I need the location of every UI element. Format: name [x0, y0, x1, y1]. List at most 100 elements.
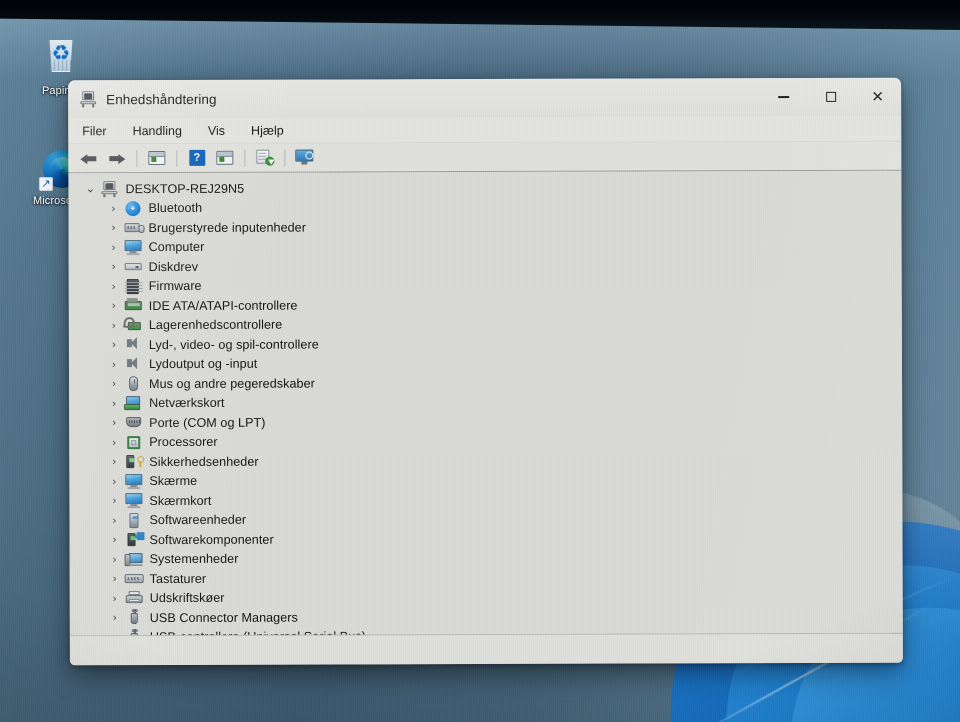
tree-item-human-interface-devices[interactable]: › Brugerstyrede inputenheder [71, 216, 902, 238]
tree-item-label: Skærmkort [149, 493, 212, 508]
chevron-right-icon[interactable]: › [105, 550, 125, 569]
computer-icon [100, 180, 120, 198]
tree-item-label: Udskriftskøer [149, 591, 225, 606]
menu-item-filer[interactable]: Filer [79, 122, 109, 140]
tree-item-computer[interactable]: › Computer [71, 235, 902, 257]
chevron-right-icon[interactable]: › [104, 472, 124, 491]
system-device-icon [124, 551, 145, 568]
maximize-button[interactable] [807, 78, 854, 116]
window-titlebar[interactable]: Enhedshåndtering ✕ [68, 77, 902, 119]
chevron-right-icon[interactable]: › [104, 511, 124, 530]
chevron-right-icon[interactable]: › [105, 569, 125, 588]
tree-item-storage-controllers[interactable]: › Lagerenhedscontrollere [71, 313, 902, 335]
device-manager-window[interactable]: Enhedshåndtering ✕ Filer Handling Vis Hj… [68, 77, 903, 666]
menu-item-handling[interactable]: Handling [130, 121, 185, 139]
tree-item-network-adapters[interactable]: › Netværkskort [71, 391, 902, 413]
arrow-left-icon [80, 152, 97, 165]
tree-item-mice-pointing-devices[interactable]: › Mus og andre pegeredskaber [71, 372, 902, 394]
tree-item-sound-video-game-controllers[interactable]: › Lyd-, video- og spil-controllere [71, 333, 902, 355]
human-interface-icon [124, 219, 145, 236]
tree-item-label: Porte (COM og LPT) [149, 415, 266, 430]
chevron-right-icon[interactable]: › [104, 277, 124, 296]
recycle-bin-icon: ♻ [39, 38, 83, 82]
tree-item-ide-controllers[interactable]: › IDE ATA/ATAPI-controllere [71, 294, 902, 316]
mouse-icon [124, 375, 144, 392]
monitor-icon [124, 473, 144, 490]
show-hidden-button[interactable] [212, 146, 237, 169]
tree-item-display-adapters[interactable]: › Skærmkort [71, 489, 902, 511]
chevron-right-icon[interactable]: › [104, 530, 124, 549]
tree-root-node[interactable]: ⌄ DESKTOP-REJ29N5 [70, 177, 901, 199]
chevron-right-icon[interactable]: › [104, 452, 124, 471]
security-device-icon [124, 453, 144, 470]
device-tree-panel[interactable]: ⌄ DESKTOP-REJ29N5 › ᛭ Bluetooth › Bruger… [68, 170, 903, 636]
update-driver-icon [255, 149, 275, 166]
tree-item-label: Computer [148, 240, 205, 255]
tree-item-label: Netværkskort [149, 396, 225, 411]
bluetooth-icon: ᛭ [123, 200, 143, 217]
chevron-right-icon[interactable]: › [104, 218, 124, 237]
chevron-right-icon[interactable]: › [104, 257, 124, 276]
chevron-right-icon[interactable]: › [104, 296, 124, 315]
help-button[interactable]: ? [184, 146, 209, 169]
tree-item-software-devices[interactable]: › Softwareenheder [71, 508, 902, 530]
chevron-down-icon[interactable]: ⌄ [80, 179, 100, 198]
chevron-right-icon[interactable]: › [103, 199, 123, 218]
tree-item-system-devices[interactable]: › Systemenheder [72, 547, 903, 569]
tree-item-usb-connector-managers[interactable]: › USB Connector Managers [72, 606, 903, 628]
chevron-right-icon[interactable]: › [104, 491, 124, 510]
tree-item-audio-inputs-outputs[interactable]: › Lydoutput og -input [71, 352, 902, 374]
close-button[interactable]: ✕ [854, 78, 901, 116]
window-list-icon [216, 150, 234, 165]
close-icon: ✕ [871, 87, 884, 106]
chevron-right-icon[interactable]: › [104, 374, 124, 393]
chevron-right-icon[interactable]: › [104, 413, 124, 432]
tree-item-ports[interactable]: › Porte (COM og LPT) [71, 411, 902, 433]
tree-item-bluetooth[interactable]: › ᛭ Bluetooth [70, 196, 901, 218]
toolbar: ? [68, 141, 902, 174]
properties-button[interactable] [144, 146, 169, 169]
chevron-right-icon[interactable]: › [105, 589, 125, 608]
chevron-right-icon[interactable]: › [104, 394, 124, 413]
chevron-right-icon[interactable]: › [105, 628, 125, 635]
cpu-icon [124, 434, 144, 451]
update-driver-button[interactable] [252, 146, 277, 169]
tree-item-security-devices[interactable]: › Sikkerhedsenheder [71, 450, 902, 472]
sound-icon [124, 356, 144, 373]
tree-item-firmware[interactable]: › Firmware [71, 274, 902, 296]
chevron-right-icon[interactable]: › [104, 335, 124, 354]
tree-item-keyboards[interactable]: › Tastaturer [72, 567, 903, 589]
tree-item-label: Systemenheder [149, 552, 239, 567]
minimize-button[interactable] [760, 78, 807, 116]
usb-icon [125, 609, 145, 626]
tree-item-disk-drives[interactable]: › Diskdrev [71, 255, 902, 277]
chevron-right-icon[interactable]: › [104, 316, 124, 335]
tree-item-monitors[interactable]: › Skærme [71, 469, 902, 491]
tree-item-software-components[interactable]: › Softwarekomponenter [71, 528, 902, 550]
tree-item-label: Sikkerhedsenheder [149, 454, 259, 469]
tree-item-label: Softwareenheder [149, 513, 247, 528]
tree-item-label: IDE ATA/ATAPI-controllere [148, 298, 298, 313]
tree-item-print-queues[interactable]: › Udskriftskøer [72, 586, 903, 608]
tree-item-label: USB-controllere (Universal Serial Bus) [150, 630, 366, 636]
chevron-right-icon[interactable]: › [105, 608, 125, 627]
tree-item-processors[interactable]: › Processorer [71, 430, 902, 452]
tree-item-label: Bluetooth [148, 201, 203, 216]
tree-item-label: Lydoutput og -input [148, 356, 258, 372]
usb-icon [125, 628, 145, 636]
menu-item-vis[interactable]: Vis [205, 121, 228, 139]
display-adapter-icon [124, 492, 144, 509]
back-button[interactable] [76, 147, 101, 170]
ide-controller-icon [124, 297, 144, 314]
scan-hardware-button[interactable] [292, 146, 317, 169]
chevron-right-icon[interactable]: › [104, 433, 124, 452]
tree-item-label: Lagerenhedscontrollere [148, 317, 283, 333]
forward-button[interactable] [104, 147, 129, 170]
chevron-right-icon[interactable]: › [104, 355, 124, 374]
tree-root-label: DESKTOP-REJ29N5 [125, 181, 245, 196]
tree-item-label: Skærme [149, 474, 198, 489]
menu-item-hjaelp[interactable]: Hjælp [248, 121, 287, 139]
chevron-right-icon[interactable]: › [104, 238, 124, 257]
tree-item-label: Diskdrev [148, 259, 199, 274]
toolbar-separator [176, 149, 178, 167]
